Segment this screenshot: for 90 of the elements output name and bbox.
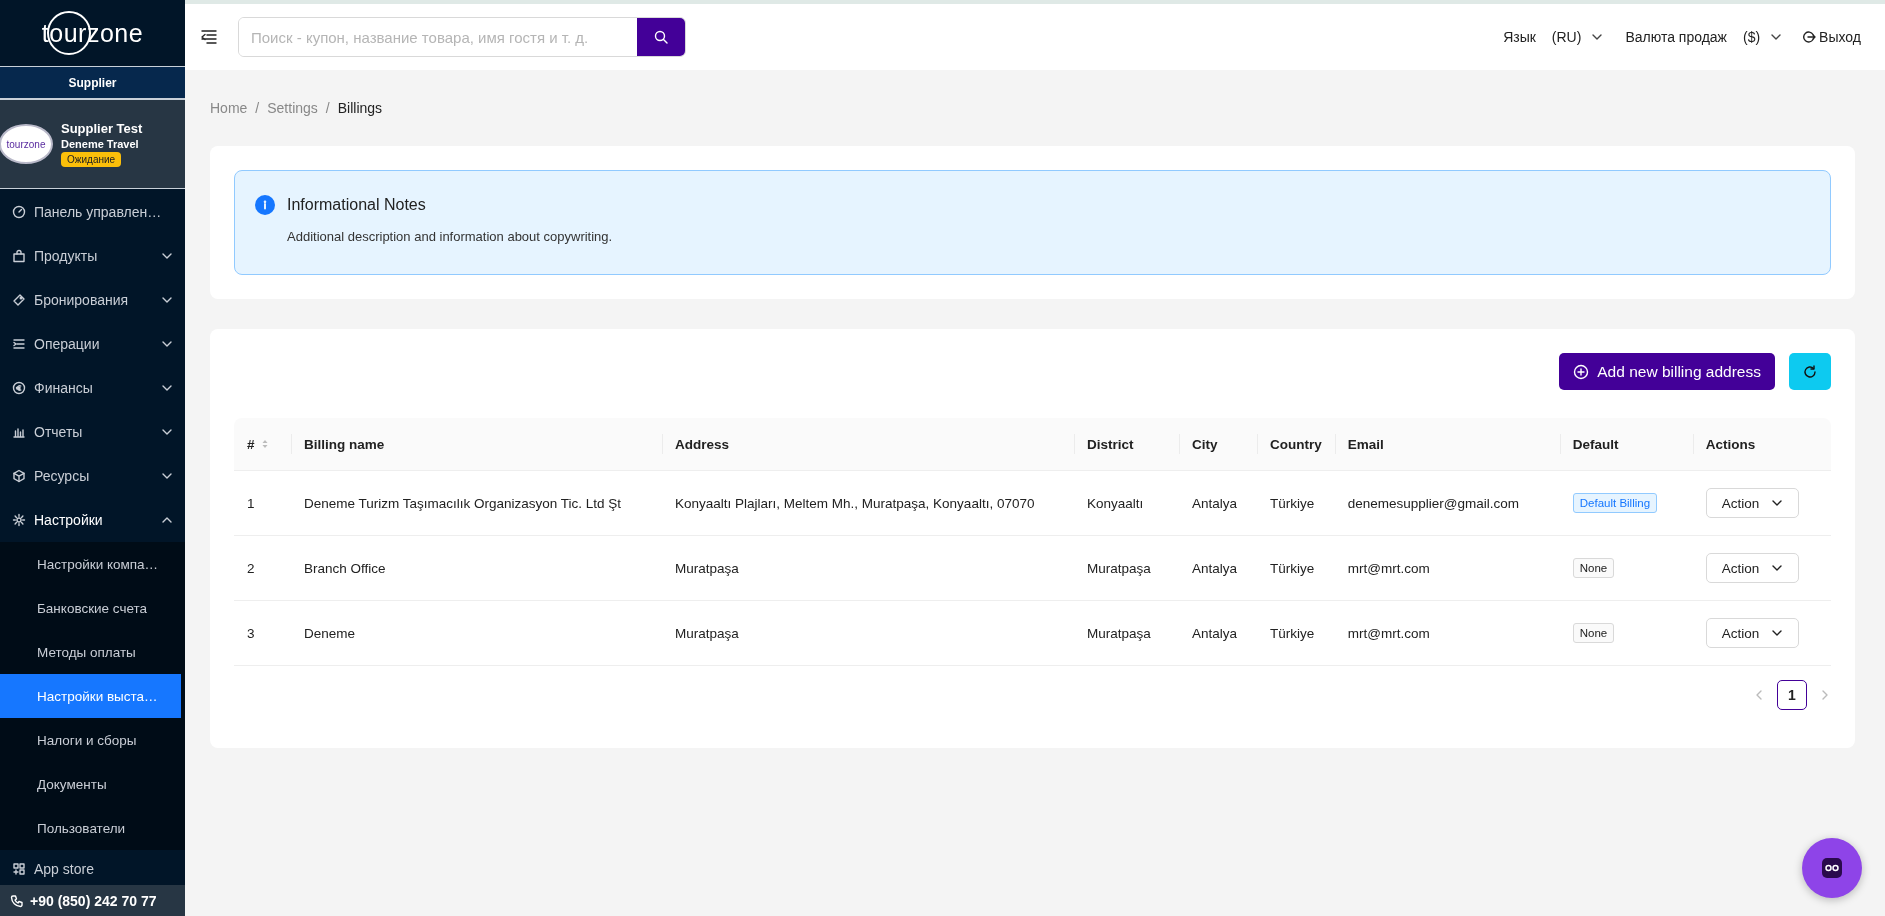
bar-chart-icon — [12, 425, 26, 439]
plus-circle-icon — [1573, 363, 1590, 380]
column-header: City — [1179, 418, 1257, 471]
sidebar-item[interactable]: Ресурсы — [0, 454, 185, 498]
submenu-item[interactable]: Документы — [0, 762, 181, 806]
default-tag: None — [1572, 623, 1615, 643]
table-cell: Branch Office — [291, 535, 662, 601]
logout-link[interactable]: Выход — [1802, 29, 1861, 45]
breadcrumb-separator: / — [255, 100, 260, 116]
bag-icon — [12, 249, 26, 263]
table-cell: mrt@mrt.com — [1334, 600, 1560, 666]
company-name: Deneme Travel — [61, 138, 139, 150]
table-cell: 2 — [234, 535, 291, 601]
default-tag: Default Billing — [1572, 493, 1658, 513]
alert-title: Informational Notes — [287, 195, 427, 215]
phone-number: +90 (850) 242 70 77 — [30, 892, 157, 909]
sidebar-item[interactable]: Бронирования — [0, 278, 185, 322]
table-cell: Muratpaşa — [662, 535, 1074, 601]
submenu-item[interactable]: Пользователи — [0, 806, 181, 850]
ticket-icon — [12, 293, 26, 307]
logout-icon — [1802, 30, 1817, 44]
refresh-icon — [1802, 363, 1818, 380]
table-cell: Konyaaltı — [1074, 470, 1179, 536]
cube-icon — [12, 469, 26, 483]
page-button[interactable]: 1 — [1777, 680, 1807, 710]
sidebar-item[interactable]: Операции — [0, 322, 185, 366]
breadcrumb-current: Billings — [337, 100, 383, 116]
breadcrumb-separator: / — [325, 100, 330, 116]
column-header: Country — [1257, 418, 1335, 471]
language-label: Язык — [1503, 29, 1536, 45]
table-cell: Deneme Turizm Taşımacılık Organizasyon Tic. Ltd Şt — [291, 470, 662, 536]
table-cell: 1 — [234, 470, 291, 536]
submenu-item[interactable]: Налоги и сборы — [0, 718, 181, 762]
submenu-item[interactable]: Методы оплаты — [0, 630, 181, 674]
table-cell: Antalya — [1179, 470, 1257, 536]
phone-icon — [10, 893, 24, 908]
column-header: # — [234, 418, 291, 471]
action-dropdown[interactable]: Action — [1705, 553, 1800, 583]
table-cell: Deneme — [291, 600, 662, 666]
column-header: Address — [662, 418, 1074, 471]
column-header: Email — [1334, 418, 1560, 471]
menu-icon[interactable] — [200, 28, 218, 46]
app-grid-icon — [12, 862, 26, 876]
column-header: Default — [1559, 418, 1693, 471]
gauge-icon — [12, 205, 26, 219]
table-cell: Antalya — [1179, 600, 1257, 666]
settings-icon — [12, 513, 26, 527]
list-icon — [12, 337, 26, 351]
table-cell: Türkiye — [1257, 470, 1335, 536]
table-cell: Muratpaşa — [662, 600, 1074, 666]
chat-button[interactable] — [1802, 838, 1862, 898]
search-icon — [653, 29, 669, 45]
column-header: Billing name — [291, 418, 662, 471]
add-billing-button[interactable]: Add new billing address — [1559, 353, 1775, 390]
refresh-button[interactable] — [1789, 353, 1831, 390]
status-badge: Ожидание — [61, 152, 122, 167]
submenu-item[interactable]: Настройки компа… — [0, 542, 181, 586]
chat-bot-icon — [1821, 857, 1843, 879]
search-field[interactable]: Поиск - купон, название товара, имя гостя и т. д. — [238, 17, 686, 57]
table-cell: denemesupplier@gmail.com — [1334, 470, 1560, 536]
search-button[interactable] — [637, 18, 685, 56]
action-dropdown[interactable]: Action — [1705, 618, 1800, 648]
sidebar-item[interactable]: Финансы — [0, 366, 185, 410]
table-cell: Türkiye — [1257, 600, 1335, 666]
column-header: Actions — [1692, 418, 1831, 471]
table-cell: 3 — [234, 600, 291, 666]
submenu-item[interactable]: Настройки выста… — [0, 674, 181, 718]
table-cell: Muratpaşa — [1074, 600, 1179, 666]
profile-name: Supplier Test — [61, 121, 143, 136]
info-icon — [255, 195, 275, 215]
submenu-item[interactable]: Банковские счета — [0, 586, 181, 630]
company-avatar: tourzone — [0, 124, 53, 164]
language-dropdown[interactable]: (RU) — [1551, 29, 1604, 45]
table-cell: Konyaaltı Plajları, Meltem Mh., Muratpaşa, Konyaaltı, 07070 — [662, 470, 1074, 536]
table-cell: mrt@mrt.com — [1334, 535, 1560, 601]
table-cell: Antalya — [1179, 535, 1257, 601]
sidebar-item[interactable]: Настройки — [0, 498, 185, 542]
default-tag: None — [1572, 558, 1615, 578]
column-header: District — [1074, 418, 1179, 471]
sidebar-item[interactable]: App store — [0, 850, 185, 888]
sidebar-item[interactable]: Панель управлен… — [0, 190, 185, 234]
action-dropdown[interactable]: Action — [1705, 488, 1800, 518]
table-cell: Muratpaşa — [1074, 535, 1179, 601]
currency-dropdown[interactable]: ($) — [1743, 29, 1783, 45]
currency-label: Валюта продаж — [1625, 29, 1727, 45]
sidebar-item[interactable]: Отчеты — [0, 410, 185, 454]
alert-text: Additional description and information about copywriting. — [287, 229, 613, 244]
sidebar-item[interactable]: Продукты — [0, 234, 185, 278]
role-label: Supplier — [0, 67, 185, 100]
table-cell: Türkiye — [1257, 535, 1335, 601]
